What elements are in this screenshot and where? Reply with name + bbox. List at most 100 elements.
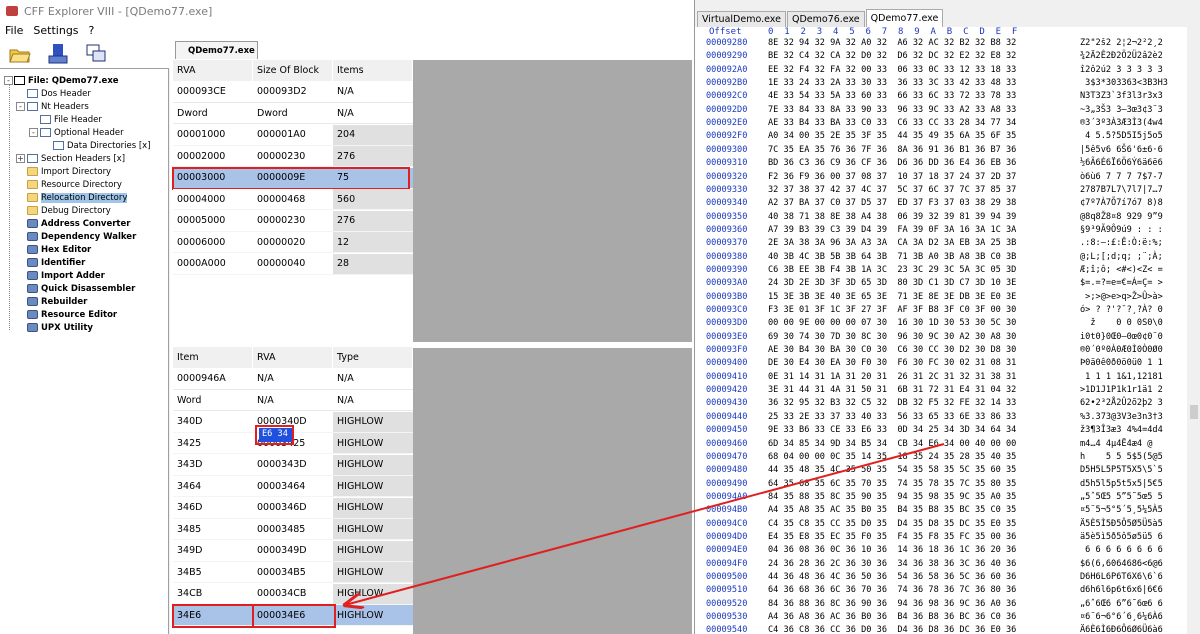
table-cell[interactable]: 00000468 <box>253 189 333 210</box>
table-cell[interactable]: 12 <box>333 232 413 253</box>
windows-button[interactable] <box>84 42 108 66</box>
table-cell[interactable]: HIGHLOW <box>333 562 413 583</box>
hex-ascii: >1D1J1P1k1r1ä1 2 <box>1080 385 1163 396</box>
table-cell[interactable]: 0000349D <box>253 540 333 562</box>
tree-item[interactable]: Import Directory <box>27 165 111 178</box>
collapse-icon[interactable]: - <box>16 102 25 111</box>
tree-item[interactable]: Section Headers [x] <box>27 152 125 165</box>
collapse-icon[interactable]: - <box>4 76 13 85</box>
menu-help[interactable]: ? <box>84 24 100 37</box>
tree-item[interactable]: Relocation Directory <box>27 191 128 204</box>
table-cell[interactable]: 34B5 <box>173 562 253 583</box>
table-cell[interactable]: HIGHLOW <box>333 497 413 519</box>
table-cell[interactable]: 560 <box>333 189 413 210</box>
table-cell[interactable]: 00003464 <box>253 476 333 497</box>
tree-item[interactable]: Optional Header <box>40 126 124 139</box>
hex-ascii: ®0´0º0À0Æ0Ì0Ò0Ø0 <box>1080 345 1163 356</box>
scrollbar-thumb[interactable] <box>1190 405 1198 419</box>
tree-item[interactable]: Resource Directory <box>27 178 122 191</box>
hex-offset: 00009430 <box>706 398 748 409</box>
hex-bytes: EE 32 F4 32 FA 32 00 33 06 33 0C 33 12 3… <box>768 64 1017 75</box>
table-cell[interactable]: 276 <box>333 146 413 167</box>
table-cell[interactable]: 00000040 <box>253 253 333 275</box>
tree-item[interactable]: File Header <box>40 113 102 126</box>
table-cell[interactable]: 3425 <box>173 433 253 454</box>
hex-bytes: 84 35 88 35 8C 35 90 35 94 35 98 35 9C 3… <box>768 491 1017 502</box>
hex-row: 00009420 3E 31 44 31 4A 31 50 31 6B 31 72… <box>695 385 1187 398</box>
hex-tab[interactable]: VirtualDemo.exe <box>697 11 786 27</box>
tree-item[interactable]: Rebuilder <box>27 295 87 308</box>
expand-icon[interactable]: + <box>16 154 25 163</box>
menu-file[interactable]: File <box>0 24 28 37</box>
table-cell[interactable]: 00001000 <box>173 124 253 146</box>
tree-item[interactable]: Nt Headers <box>27 100 89 113</box>
table-cell[interactable]: HIGHLOW <box>333 454 413 476</box>
hex-tab[interactable]: QDemo77.exe <box>865 9 944 27</box>
save-file-button[interactable] <box>46 42 70 66</box>
column-header[interactable]: RVA <box>173 60 253 81</box>
table-cell[interactable]: HIGHLOW <box>333 540 413 562</box>
tree-item[interactable]: Resource Editor <box>27 308 117 321</box>
hex-bytes: BD 36 C3 36 C9 36 CF 36 D6 36 DD 36 E4 3… <box>768 158 1017 169</box>
table-cell[interactable]: 28 <box>333 253 413 275</box>
table-cell[interactable]: 0000A000 <box>173 253 253 275</box>
hex-row: 000093E0 69 30 74 30 7D 30 8C 30 96 30 9C… <box>695 332 1187 345</box>
table-cell[interactable]: 00003485 <box>253 519 333 540</box>
table-cell[interactable]: 276 <box>333 210 413 232</box>
table-cell[interactable]: 00002000 <box>173 146 253 167</box>
tab-qdemo77[interactable]: QDemo77.exe <box>175 41 258 59</box>
table-cell[interactable]: 3485 <box>173 519 253 540</box>
tree-item[interactable]: File: QDemo77.exe <box>14 74 119 87</box>
panel-splitter[interactable] <box>413 342 692 348</box>
tree-item[interactable]: Identifier <box>27 256 85 269</box>
column-header[interactable]: RVA <box>253 347 333 368</box>
hex-row: 00009410 0E 31 14 31 1A 31 20 31 26 31 2C… <box>695 372 1187 385</box>
column-header[interactable]: Item <box>173 347 253 368</box>
hex-row: 000094F0 24 36 28 36 2C 36 30 36 34 36 38… <box>695 559 1187 572</box>
column-header[interactable]: Type <box>333 347 413 368</box>
table-cell[interactable]: 000001A0 <box>253 124 333 146</box>
hex-dump[interactable]: 00009280 8E 32 94 32 9A 32 A0 32 A6 32 AC… <box>695 38 1187 634</box>
table-cell[interactable]: 343D <box>173 454 253 476</box>
table-cell[interactable]: 00000230 <box>253 146 333 167</box>
tree-item[interactable]: Address Converter <box>27 217 130 230</box>
tree-item[interactable]: Data Directories [x] <box>53 139 151 152</box>
table-cell[interactable]: 3464 <box>173 476 253 497</box>
table-cell[interactable]: HIGHLOW <box>333 605 413 626</box>
table-cell[interactable]: 000034CB <box>253 583 333 605</box>
table-cell[interactable]: HIGHLOW <box>333 583 413 605</box>
table-cell[interactable]: HIGHLOW <box>333 433 413 454</box>
hex-scrollbar[interactable] <box>1187 27 1200 634</box>
table-cell[interactable]: 00000230 <box>253 210 333 232</box>
collapse-icon[interactable]: - <box>29 128 38 137</box>
table-cell[interactable]: 349D <box>173 540 253 562</box>
tree-item-label: Section Headers [x] <box>41 153 126 164</box>
table-cell[interactable]: HIGHLOW <box>333 519 413 540</box>
table-cell[interactable]: 00000020 <box>253 232 333 253</box>
tree-item[interactable]: Quick Disassembler <box>27 282 135 295</box>
column-header[interactable]: Items <box>333 60 413 81</box>
hex-tab[interactable]: QDemo76.exe <box>786 11 865 27</box>
table-cell[interactable]: 204 <box>333 124 413 146</box>
table-cell[interactable]: 0000343D <box>253 454 333 476</box>
table-cell[interactable]: 00005000 <box>173 210 253 232</box>
table-cell[interactable]: 34CB <box>173 583 253 605</box>
open-file-button[interactable] <box>8 42 32 66</box>
tree-item[interactable]: Debug Directory <box>27 204 111 217</box>
table-cell[interactable]: HIGHLOW <box>333 476 413 497</box>
tree-item-label: Import Directory <box>41 166 112 177</box>
tree-item[interactable]: Dos Header <box>27 87 91 100</box>
table-cell[interactable]: HIGHLOW <box>333 411 413 433</box>
table-cell[interactable]: 000034B5 <box>253 562 333 583</box>
table-cell[interactable]: 0000346D <box>253 497 333 519</box>
tree-item[interactable]: Hex Editor <box>27 243 91 256</box>
table-cell[interactable]: 340D <box>173 411 253 433</box>
tree-item[interactable]: Import Adder <box>27 269 105 282</box>
column-header[interactable]: Size Of Block <box>253 60 333 81</box>
table-cell[interactable]: 00004000 <box>173 189 253 210</box>
table-cell[interactable]: 346D <box>173 497 253 519</box>
tree-item[interactable]: UPX Utility <box>27 321 93 334</box>
menu-settings[interactable]: Settings <box>28 24 83 37</box>
table-cell[interactable]: 00006000 <box>173 232 253 253</box>
tree-item[interactable]: Dependency Walker <box>27 230 136 243</box>
